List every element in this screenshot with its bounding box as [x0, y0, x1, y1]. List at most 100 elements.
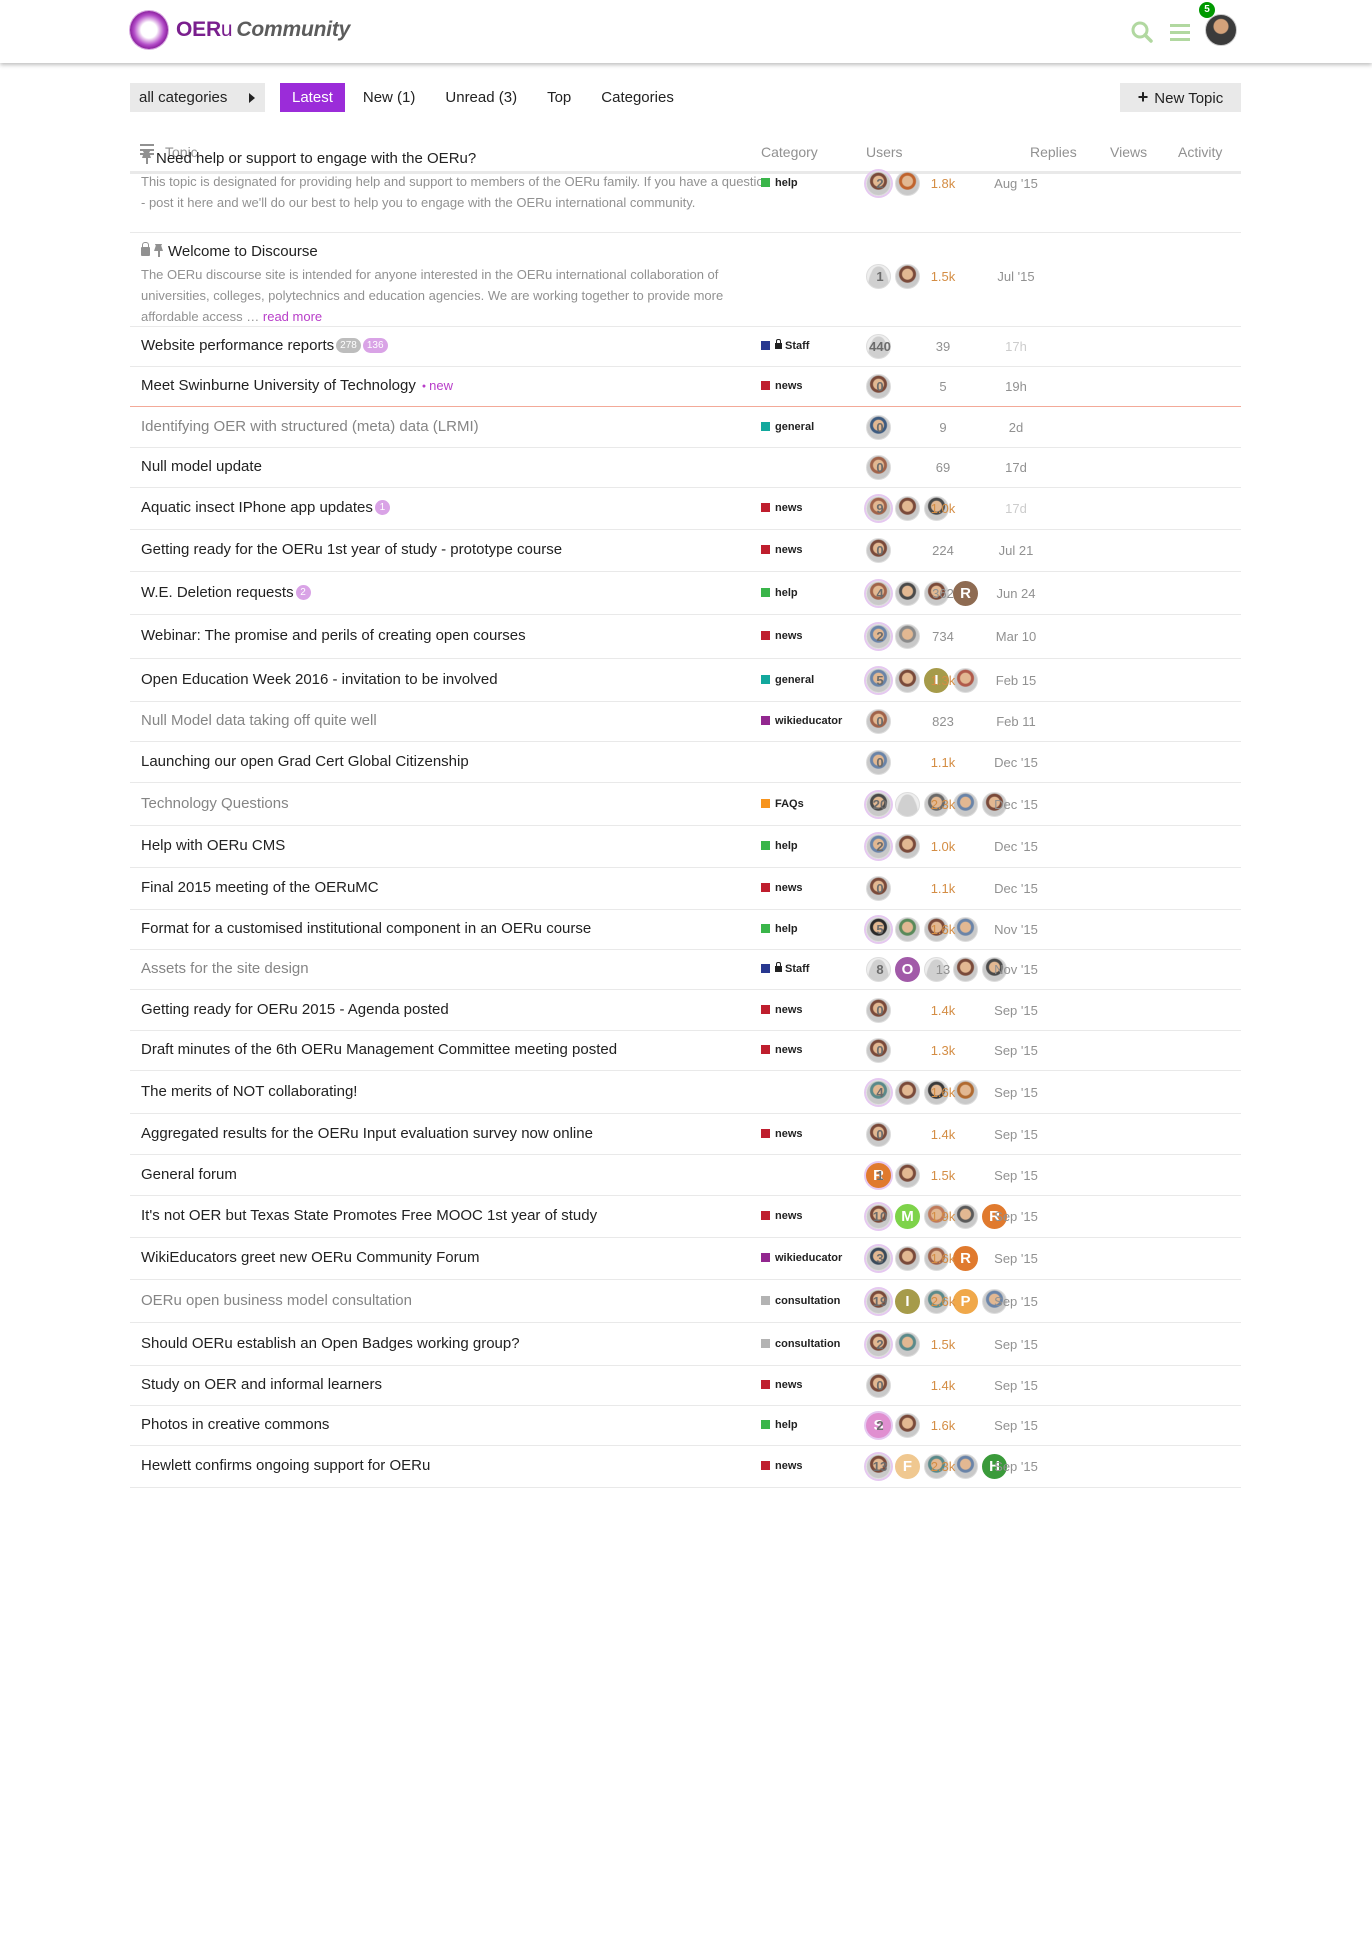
- topic-title-text[interactable]: Open Education Week 2016 - invitation to…: [141, 671, 498, 688]
- topic-row[interactable]: Website performance reports 278 136 Staff 44…: [130, 327, 1241, 367]
- activity-date[interactable]: Dec '15: [980, 881, 1052, 896]
- topic-title-text[interactable]: Draft minutes of the 6th OERu Management…: [141, 1041, 617, 1058]
- topic-title[interactable]: Draft minutes of the 6th OERu Management…: [141, 1041, 617, 1058]
- activity-date[interactable]: Sep '15: [980, 1251, 1052, 1266]
- topic-row[interactable]: The merits of NOT collaborating! 4 1.6k Sep…: [130, 1071, 1241, 1114]
- topic-title[interactable]: Technology Questions: [141, 795, 289, 812]
- topic-title[interactable]: Final 2015 meeting of the OERuMC: [141, 879, 379, 896]
- topic-title-text[interactable]: Study on OER and informal learners: [141, 1376, 382, 1393]
- topic-row[interactable]: Aggregated results for the OERu Input ev…: [130, 1114, 1241, 1155]
- search-icon[interactable]: [1127, 17, 1157, 47]
- topic-title-text[interactable]: W.E. Deletion requests: [141, 584, 294, 601]
- tab-latest[interactable]: Latest: [280, 83, 345, 112]
- topic-row[interactable]: Final 2015 meeting of the OERuMC news 0 1.1…: [130, 868, 1241, 910]
- category-badge[interactable]: consultation: [761, 1295, 840, 1307]
- activity-date[interactable]: Jul 21: [980, 543, 1052, 558]
- topic-row[interactable]: W.E. Deletion requests 2 help R 4 362 Jun 24: [130, 572, 1241, 615]
- topic-title-text[interactable]: Should OERu establish an Open Badges wor…: [141, 1335, 520, 1352]
- topic-title[interactable]: Null Model data taking off quite well: [141, 712, 377, 729]
- activity-date[interactable]: Sep '15: [980, 1418, 1052, 1433]
- tab-unread[interactable]: Unread (3): [433, 83, 529, 112]
- category-badge[interactable]: news: [761, 1044, 803, 1056]
- topic-title-text[interactable]: Assets for the site design: [141, 960, 309, 977]
- category-badge[interactable]: help: [761, 1419, 798, 1431]
- topic-title-text[interactable]: Identifying OER with structured (meta) d…: [141, 418, 479, 435]
- activity-date[interactable]: 17h: [980, 339, 1052, 354]
- new-topic-button[interactable]: + New Topic: [1120, 83, 1241, 112]
- category-badge[interactable]: news: [761, 1210, 803, 1222]
- activity-date[interactable]: 19h: [980, 379, 1052, 394]
- topic-row[interactable]: Should OERu establish an Open Badges wor…: [130, 1323, 1241, 1366]
- topic-row[interactable]: Assets for the site design Staff O 8 13 Nov '…: [130, 950, 1241, 990]
- category-badge[interactable]: Staff: [761, 339, 809, 352]
- topic-title[interactable]: Welcome to Discourse: [141, 242, 318, 260]
- category-badge[interactable]: FAQs: [761, 798, 804, 810]
- topic-title[interactable]: Getting ready for the OERu 1st year of s…: [141, 541, 562, 558]
- topic-row[interactable]: WikiEducators greet new OERu Community F…: [130, 1238, 1241, 1280]
- topic-row[interactable]: Photos in creative commons help S 2 1.6k Sep …: [130, 1406, 1241, 1446]
- topic-row[interactable]: Open Education Week 2016 - invitation to…: [130, 659, 1241, 702]
- activity-date[interactable]: Nov '15: [980, 922, 1052, 937]
- activity-date[interactable]: Sep '15: [980, 1378, 1052, 1393]
- category-badge[interactable]: help: [761, 587, 798, 599]
- topic-title[interactable]: Help with OERu CMS: [141, 837, 285, 854]
- activity-date[interactable]: Sep '15: [980, 1003, 1052, 1018]
- topic-row[interactable]: Need help or support to engage with the …: [130, 140, 1241, 233]
- hamburger-menu-icon[interactable]: [1165, 17, 1195, 47]
- activity-date[interactable]: Dec '15: [980, 755, 1052, 770]
- category-badge[interactable]: news: [761, 1128, 803, 1140]
- activity-date[interactable]: Sep '15: [980, 1337, 1052, 1352]
- activity-date[interactable]: Mar 10: [980, 629, 1052, 644]
- topic-title-text[interactable]: Help with OERu CMS: [141, 837, 285, 854]
- activity-date[interactable]: Sep '15: [980, 1459, 1052, 1474]
- topic-row[interactable]: Null Model data taking off quite well wik…: [130, 702, 1241, 742]
- category-badge[interactable]: general: [761, 421, 814, 433]
- topic-title-text[interactable]: Website performance reports: [141, 337, 334, 354]
- category-badge[interactable]: Staff: [761, 962, 809, 975]
- category-badge[interactable]: general: [761, 674, 814, 686]
- topic-title[interactable]: Webinar: The promise and perils of creat…: [141, 627, 526, 644]
- topic-title[interactable]: Null model update: [141, 458, 262, 475]
- current-user-avatar[interactable]: [1205, 14, 1237, 46]
- topic-title-text[interactable]: Null Model data taking off quite well: [141, 712, 377, 729]
- topic-title[interactable]: Website performance reports 278 136: [141, 337, 388, 354]
- topic-row[interactable]: Welcome to Discourse The OERu discourse s…: [130, 233, 1241, 327]
- activity-date[interactable]: Aug '15: [980, 176, 1052, 191]
- topic-title[interactable]: Format for a customised institutional co…: [141, 920, 591, 937]
- topic-title-text[interactable]: Technology Questions: [141, 795, 289, 812]
- topic-title-text[interactable]: Aquatic insect IPhone app updates: [141, 499, 373, 516]
- category-badge[interactable]: news: [761, 544, 803, 556]
- topic-row[interactable]: Study on OER and informal learners news 0 1…: [130, 1366, 1241, 1406]
- tab-top[interactable]: Top: [535, 83, 583, 112]
- topic-title[interactable]: Meet Swinburne University of Technology n…: [141, 377, 453, 394]
- topic-title-text[interactable]: Final 2015 meeting of the OERuMC: [141, 879, 379, 896]
- tab-categories[interactable]: Categories: [589, 83, 686, 112]
- topic-title[interactable]: Aggregated results for the OERu Input ev…: [141, 1125, 593, 1142]
- unread-count-badge[interactable]: 278: [336, 338, 361, 353]
- topic-title[interactable]: Assets for the site design: [141, 960, 309, 977]
- topic-row[interactable]: OERu open business model consultation con…: [130, 1280, 1241, 1323]
- category-badge[interactable]: news: [761, 380, 803, 392]
- topic-title-text[interactable]: The merits of NOT collaborating!: [141, 1083, 357, 1100]
- topic-row[interactable]: It's not OER but Texas State Promotes Fr…: [130, 1196, 1241, 1238]
- topic-title-text[interactable]: Photos in creative commons: [141, 1416, 329, 1433]
- activity-date[interactable]: Sep '15: [980, 1043, 1052, 1058]
- activity-date[interactable]: 2d: [980, 420, 1052, 435]
- topic-title[interactable]: Study on OER and informal learners: [141, 1376, 382, 1393]
- activity-date[interactable]: Sep '15: [980, 1127, 1052, 1142]
- activity-date[interactable]: Dec '15: [980, 797, 1052, 812]
- category-badge[interactable]: help: [761, 923, 798, 935]
- topic-title-text[interactable]: Webinar: The promise and perils of creat…: [141, 627, 526, 644]
- activity-date[interactable]: Dec '15: [980, 839, 1052, 854]
- topic-title[interactable]: Launching our open Grad Cert Global Citi…: [141, 753, 469, 770]
- topic-title[interactable]: General forum: [141, 1166, 237, 1183]
- new-posts-badge[interactable]: 136: [362, 338, 388, 353]
- topic-title[interactable]: W.E. Deletion requests 2: [141, 584, 311, 601]
- topic-title[interactable]: Should OERu establish an Open Badges wor…: [141, 1335, 520, 1352]
- new-posts-badge[interactable]: 1: [374, 500, 390, 515]
- topic-row[interactable]: Format for a customised institutional co…: [130, 910, 1241, 950]
- activity-date[interactable]: Nov '15: [980, 962, 1052, 977]
- activity-date[interactable]: Sep '15: [980, 1085, 1052, 1100]
- topic-title[interactable]: Photos in creative commons: [141, 1416, 329, 1433]
- topic-row[interactable]: Getting ready for the OERu 1st year of s…: [130, 530, 1241, 572]
